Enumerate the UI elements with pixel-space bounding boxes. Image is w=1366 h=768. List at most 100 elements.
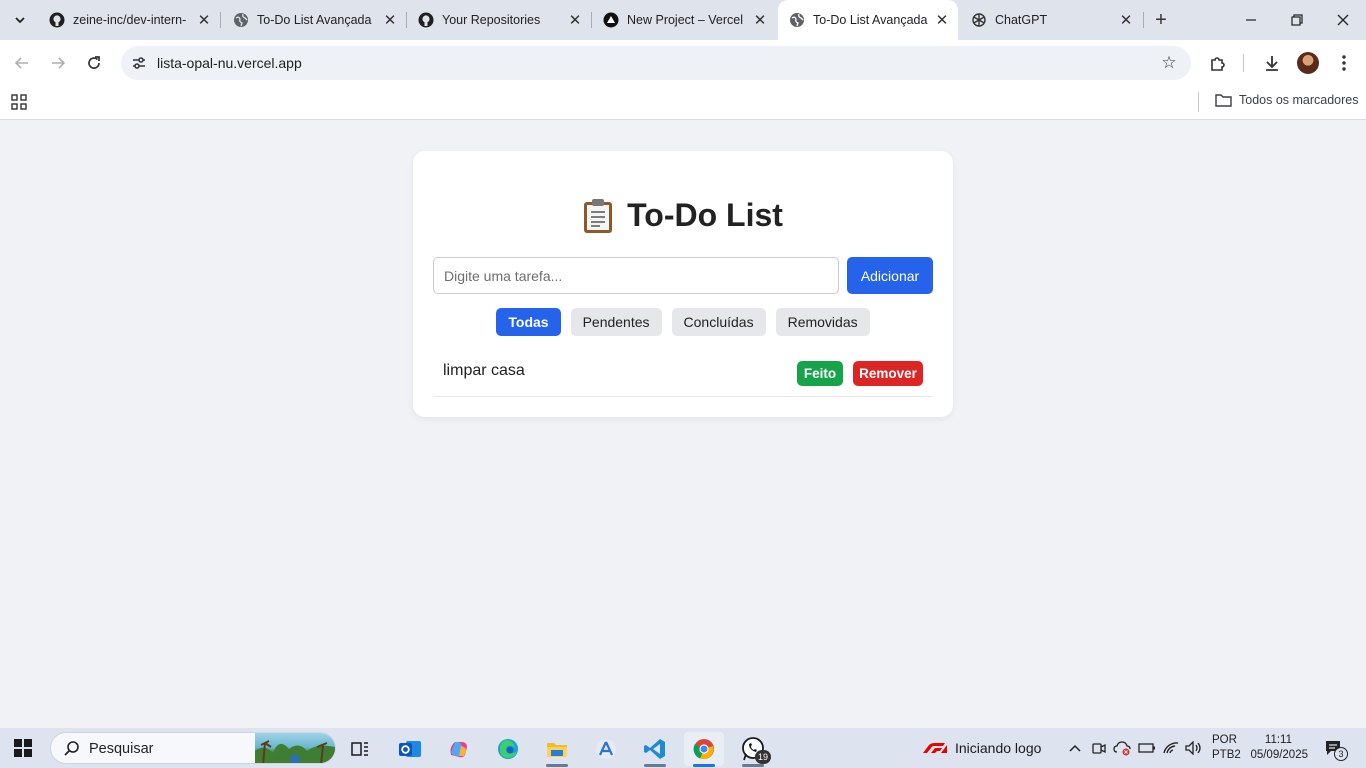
taskbar-search-box[interactable]: Pesquisar xyxy=(50,732,336,764)
task-text: limpar casa xyxy=(443,362,525,379)
close-icon[interactable]: ✕ xyxy=(1118,12,1134,29)
edge-icon xyxy=(498,739,518,759)
volume-icon[interactable] xyxy=(1185,740,1203,756)
onedrive-error-icon[interactable] xyxy=(1113,740,1131,756)
tab-title: New Project – Vercel xyxy=(627,13,744,27)
input-language[interactable]: POR PTB2 xyxy=(1212,733,1241,763)
outlook-icon xyxy=(399,741,421,757)
file-explorer-app[interactable] xyxy=(537,732,577,767)
vercel-icon xyxy=(603,12,619,28)
app-title-text: To-Do List xyxy=(627,197,783,233)
bookmark-star-icon[interactable]: ☆ xyxy=(1159,53,1179,73)
address-bar[interactable]: lista-opal-nu.vercel.app ☆ xyxy=(121,46,1191,80)
close-icon[interactable]: ✕ xyxy=(934,12,950,29)
menu-button[interactable] xyxy=(1332,51,1356,75)
close-icon[interactable]: ✕ xyxy=(196,12,212,29)
tab-title: To-Do List Avançada xyxy=(813,13,928,27)
notification-count: 3 xyxy=(1334,747,1348,761)
meet-now-icon[interactable] xyxy=(1090,740,1108,756)
tab-search-button[interactable] xyxy=(6,6,34,34)
edge-app[interactable] xyxy=(488,732,528,766)
back-button[interactable] xyxy=(8,49,36,77)
notification-center-button[interactable]: 3 xyxy=(1324,738,1348,761)
bookmarks-divider xyxy=(1198,92,1199,112)
restore-icon xyxy=(1291,14,1303,26)
show-hidden-icons-button[interactable] xyxy=(1066,740,1084,756)
tab-title: Your Repositories xyxy=(442,13,541,27)
app-store-icon xyxy=(596,739,616,759)
profile-avatar[interactable] xyxy=(1297,52,1319,74)
running-indicator xyxy=(546,764,568,767)
browser-tab[interactable]: To-Do List Avançada ✕ xyxy=(222,0,406,40)
clock-date: 05/09/2025 xyxy=(1250,749,1308,761)
browser-tab[interactable]: ChatGPT ✕ xyxy=(960,0,1142,40)
chevron-up-icon xyxy=(1069,744,1081,752)
filter-group: Todas Pendentes Concluídas Removidas xyxy=(413,308,953,336)
filter-completed-button[interactable]: Concluídas xyxy=(671,308,766,336)
browser-toolbar: lista-opal-nu.vercel.app ☆ xyxy=(0,40,1366,86)
chrome-app[interactable] xyxy=(684,732,724,767)
copilot-app[interactable] xyxy=(439,732,479,766)
filter-removed-button[interactable]: Removidas xyxy=(775,308,870,336)
chrome-icon xyxy=(693,739,714,760)
mark-done-button[interactable]: Feito xyxy=(797,361,843,386)
battery-icon[interactable] xyxy=(1138,740,1156,756)
whatsapp-app[interactable]: 19 xyxy=(733,732,773,767)
arrow-left-icon xyxy=(14,57,28,69)
taskbar-search-label: Pesquisar xyxy=(89,741,154,757)
task-view-button[interactable] xyxy=(340,732,380,766)
browser-tab-active[interactable]: To-Do List Avançada ✕ xyxy=(778,0,958,40)
chevron-down-icon xyxy=(15,17,25,24)
wifi-icon[interactable] xyxy=(1162,740,1180,756)
filter-all-button[interactable]: Todas xyxy=(496,308,561,336)
remove-task-button[interactable]: Remover xyxy=(853,361,923,386)
vscode-app[interactable] xyxy=(635,732,675,767)
close-window-button[interactable] xyxy=(1320,0,1366,40)
restore-button[interactable] xyxy=(1274,0,1320,40)
outlook-app[interactable] xyxy=(390,732,430,766)
all-bookmarks-folder[interactable]: Todos os marcadores xyxy=(1215,93,1359,107)
extensions-button[interactable] xyxy=(1206,51,1230,75)
downloads-button[interactable] xyxy=(1260,51,1284,75)
filter-pending-button[interactable]: Pendentes xyxy=(570,308,662,336)
windows-start-icon[interactable] xyxy=(14,739,32,757)
running-indicator xyxy=(742,764,764,767)
browser-tab[interactable]: New Project – Vercel ✕ xyxy=(592,0,776,40)
tab-separator xyxy=(220,12,221,28)
browser-tab[interactable]: zeine-inc/dev-intern- ✕ xyxy=(38,0,220,40)
page-viewport: To-Do List Adicionar Todas Pendentes Con… xyxy=(0,121,1366,728)
search-icon xyxy=(64,741,79,756)
reload-button[interactable] xyxy=(80,49,108,77)
close-icon[interactable]: ✕ xyxy=(752,12,768,29)
copilot-icon xyxy=(450,741,467,758)
close-icon[interactable]: ✕ xyxy=(382,12,398,29)
task-input[interactable] xyxy=(433,257,839,294)
minimize-button[interactable] xyxy=(1228,0,1274,40)
file-explorer-icon xyxy=(547,743,567,757)
keyboard-layout: PTB2 xyxy=(1212,749,1241,761)
site-info-icon[interactable] xyxy=(129,53,149,73)
page-title: To-Do List xyxy=(413,197,953,234)
puzzle-icon xyxy=(1211,57,1225,71)
browser-tab[interactable]: Your Repositories ✕ xyxy=(407,0,591,40)
add-task-button[interactable]: Adicionar xyxy=(847,257,933,294)
language-code: POR xyxy=(1212,734,1237,746)
globe-icon xyxy=(233,12,249,28)
forward-button[interactable] xyxy=(44,49,72,77)
plus-icon: + xyxy=(1155,8,1167,31)
taskbar-clock[interactable]: 11:11 05/09/2025 xyxy=(1246,733,1308,763)
close-icon[interactable]: ✕ xyxy=(567,12,583,29)
todo-card: To-Do List Adicionar Todas Pendentes Con… xyxy=(413,151,953,417)
folder-icon xyxy=(1215,94,1232,107)
f1-widget[interactable]: Iniciando logo xyxy=(923,740,1041,756)
apps-grid-icon[interactable] xyxy=(11,94,27,110)
arrow-right-icon xyxy=(52,57,66,69)
app-store-app[interactable] xyxy=(586,732,626,766)
clipboard-icon xyxy=(583,198,613,234)
openai-icon xyxy=(971,12,987,28)
task-view-icon xyxy=(351,742,368,756)
new-tab-button[interactable]: + xyxy=(1149,6,1173,34)
vscode-icon xyxy=(644,739,665,759)
github-icon xyxy=(418,12,434,28)
tab-title: To-Do List Avançada xyxy=(257,13,372,27)
